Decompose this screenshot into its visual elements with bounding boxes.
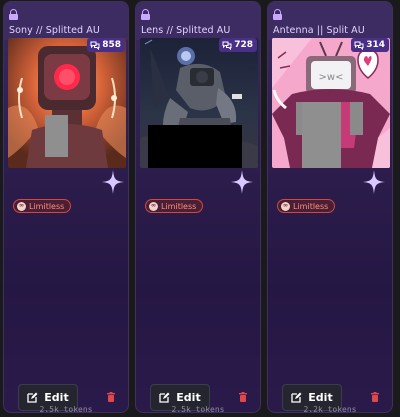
lock-icon	[141, 9, 150, 20]
edit-label: Edit	[308, 391, 333, 404]
card-title: Sony // Splitted AU	[9, 25, 100, 36]
card-title: Lens // Splitted AU	[141, 25, 231, 36]
lock-icon	[273, 9, 282, 20]
character-image[interactable]	[140, 38, 258, 168]
character-card-grid: Sony // Splitted AU 858 ∞ Limitless Edit…	[0, 0, 400, 417]
sparkle-icon	[102, 170, 124, 194]
character-card[interactable]: Lens // Splitted AU 728 ∞ Limitless Edit…	[135, 1, 261, 413]
chat-bubbles-icon	[354, 41, 364, 50]
limitless-tag: ∞ Limitless	[13, 199, 72, 213]
limitless-tag: ∞ Limitless	[277, 199, 336, 213]
edit-icon	[291, 392, 302, 403]
censor-block	[148, 125, 242, 168]
limitless-tag: ∞ Limitless	[145, 199, 204, 213]
chat-count: 314	[366, 40, 385, 50]
tag-label: Limitless	[293, 201, 329, 211]
chat-bubbles-icon	[90, 41, 100, 50]
infinity-icon: ∞	[149, 201, 158, 211]
censor-block	[302, 102, 341, 168]
edit-label: Edit	[44, 391, 69, 404]
chat-count: 728	[234, 40, 253, 50]
censor-block	[45, 115, 68, 157]
chat-count: 858	[102, 40, 121, 50]
trash-icon[interactable]	[107, 392, 115, 402]
chat-count-badge: 858	[87, 38, 125, 52]
chat-count-badge: 728	[219, 38, 257, 52]
edit-icon	[27, 392, 38, 403]
infinity-icon: ∞	[281, 201, 290, 211]
chat-bubbles-icon	[222, 41, 232, 50]
svg-text:>w<: >w<	[319, 72, 344, 83]
edit-icon	[159, 392, 170, 403]
infinity-icon: ∞	[17, 201, 26, 211]
character-card[interactable]: Sony // Splitted AU 858 ∞ Limitless Edit…	[3, 1, 129, 413]
token-count: 2.2k tokens	[303, 405, 357, 413]
character-card[interactable]: Antenna || Split AU >w< 314 ∞ Limitless …	[267, 1, 393, 413]
sparkle-icon	[231, 170, 253, 194]
trash-icon[interactable]	[371, 392, 379, 402]
lock-icon	[9, 9, 18, 20]
character-image[interactable]	[8, 38, 126, 168]
trash-icon[interactable]	[239, 392, 247, 402]
tag-label: Limitless	[161, 201, 197, 211]
token-count: 2.5k tokens	[39, 405, 93, 413]
token-count: 2.5k tokens	[171, 405, 225, 413]
character-image[interactable]: >w<	[272, 38, 390, 168]
tag-label: Limitless	[29, 201, 65, 211]
sparkle-icon	[363, 170, 385, 194]
censor-block	[350, 102, 363, 135]
edit-label: Edit	[176, 391, 201, 404]
card-title: Antenna || Split AU	[273, 25, 365, 36]
chat-count-badge: 314	[351, 38, 389, 52]
